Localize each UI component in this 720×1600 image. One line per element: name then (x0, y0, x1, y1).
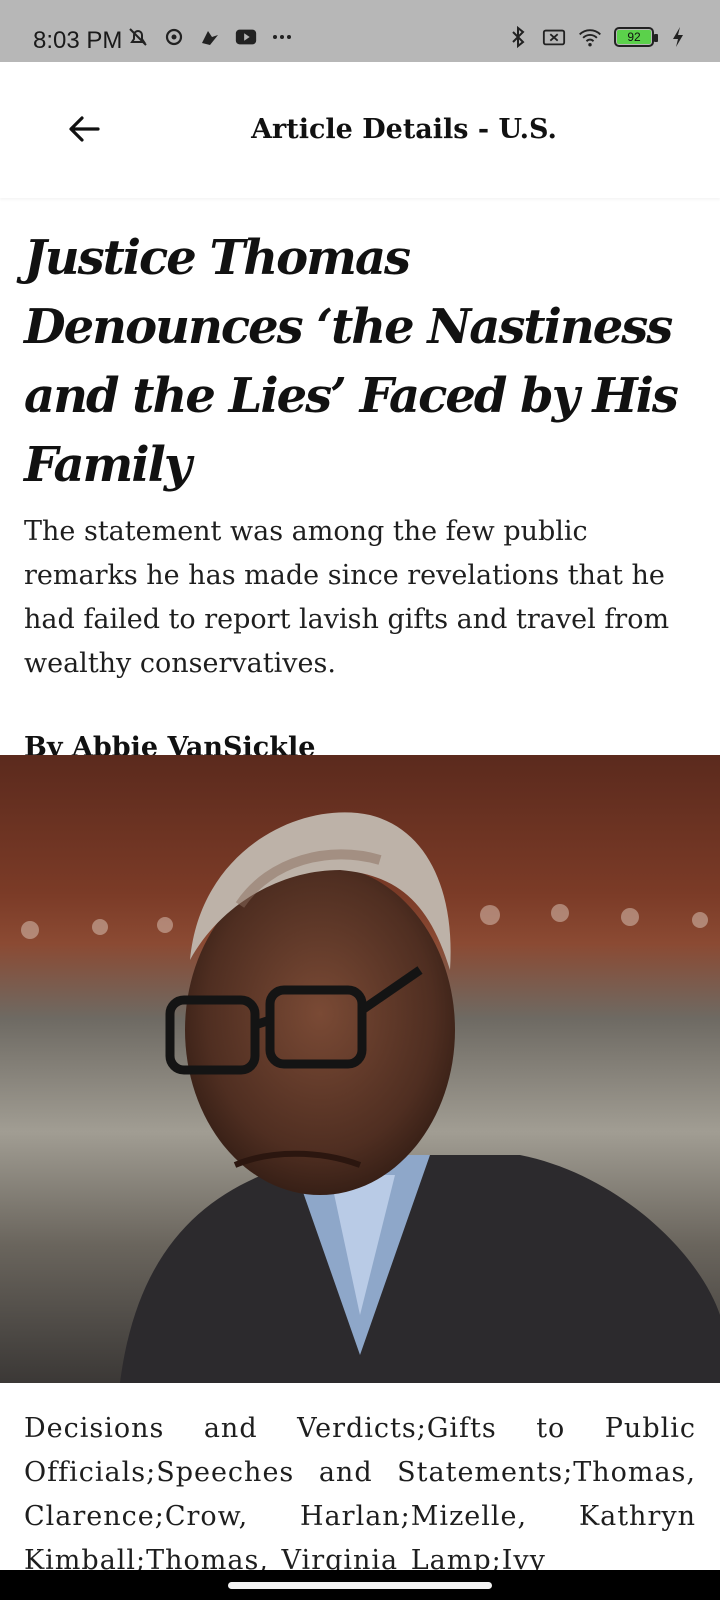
youtube-icon (234, 25, 258, 49)
gear-icon (162, 25, 186, 49)
sim-x-icon (542, 25, 566, 49)
status-right-icons: 92 (506, 25, 690, 49)
charging-icon (666, 25, 690, 49)
wifi-icon (578, 25, 602, 49)
article-image (0, 755, 720, 1383)
navigation-bar (0, 1570, 720, 1600)
article-content: Justice Thomas Denounces ‘the Nastiness … (0, 198, 720, 802)
more-dots-icon (270, 25, 294, 49)
article-tags: Decisions and Verdicts;Gifts to Public O… (24, 1413, 696, 1576)
app-icon (198, 25, 222, 49)
status-left-icons (126, 25, 294, 49)
bluetooth-icon (506, 25, 530, 49)
home-gesture-handle[interactable] (228, 1582, 492, 1589)
app-bar: Article Details - U.S. (0, 62, 720, 198)
article-headline: Justice Thomas Denounces ‘the Nastiness … (24, 230, 679, 493)
portrait-photo (0, 755, 720, 1383)
muted-bell-icon (126, 25, 150, 49)
page-title: Article Details - U.S. (251, 114, 557, 145)
battery-icon: 92 (614, 27, 658, 47)
status-time: 8:03 PM (33, 27, 123, 54)
status-bar: 8:03 PM 92 (0, 0, 720, 62)
article-summary: The statement was among the few public r… (24, 516, 670, 679)
battery-level: 92 (617, 30, 651, 44)
